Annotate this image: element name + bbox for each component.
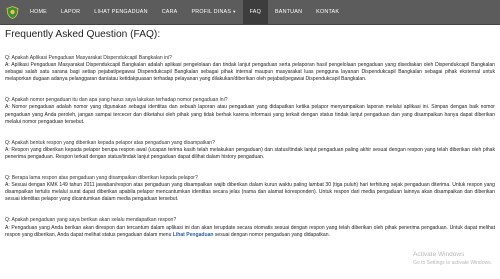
activate-windows-watermark: Activate Windows Go to Settings to activ… (413, 251, 492, 267)
faq-answer-2: A: Nomor pengaduan adalah nomor yang dig… (5, 104, 495, 125)
nav-faq[interactable]: FAQ (242, 0, 268, 24)
faq-answer-4: A: Sesuai dengan KMK 149 tahun 2011 jawa… (5, 182, 495, 203)
faq-question-1: Q: Apakah Aplikasi Pengaduan Masyarakat … (5, 55, 172, 61)
faq-question-2: Q: Apakah nomor pengaduan itu dan apa ya… (5, 97, 228, 104)
nav-bantuan-label: BANTUAN (275, 9, 303, 15)
top-navbar: HOME LAPOR LIHAT PENGADUAN CARA PROFIL D… (0, 0, 500, 25)
nav-faq-label: FAQ (249, 9, 261, 15)
faq-question-3: Q: Apakah bentuk respon yang diberikan k… (5, 139, 215, 146)
logo-icon[interactable] (5, 5, 19, 19)
nav-profil-dinas-label: PROFIL DINAS (191, 9, 232, 15)
main-content: Frequently Asked Question (FAQ): Q: Apak… (5, 24, 495, 239)
nav-lapor-label: LAPOR (60, 9, 81, 15)
nav-bantuan[interactable]: BANTUAN (268, 0, 309, 24)
nav-cara[interactable]: CARA (155, 0, 185, 24)
nav-home-label: HOME (30, 9, 47, 15)
nav-kontak[interactable]: KONTAK (309, 0, 346, 24)
nav-home[interactable]: HOME (23, 0, 54, 24)
nav-lapor[interactable]: LAPOR (54, 0, 87, 24)
nav-cara-label: CARA (161, 9, 178, 15)
caret-down-icon: ▾ (233, 9, 236, 14)
watermark-subtitle: Go to Settings to activate Windows. (413, 260, 492, 266)
faq-answer-3: A: Respon yang diberikan kepada pelapor … (5, 146, 495, 160)
faq-answer-5-text-after: sesuai dengan nomor pengaduan yang didap… (213, 231, 330, 238)
faq-answer-5: A: Pengaduan yang Anda berikan akan dire… (5, 225, 495, 239)
page-title: Frequently Asked Question (FAQ): (5, 29, 161, 40)
faq-list: Q: Apakah Aplikasi Pengaduan Masyarakat … (5, 43, 495, 239)
lihat-pengaduan-link[interactable]: Lihat Pengaduan (173, 232, 214, 238)
nav-lihat-pengaduan-label: LIHAT PENGADUAN (94, 9, 148, 15)
watermark-title: Activate Windows (413, 251, 465, 258)
faq-question-5: Q: Apakah pengaduan yang saya berikan ak… (5, 217, 177, 224)
nav-profil-dinas[interactable]: PROFIL DINAS ▾ (184, 0, 242, 24)
faq-answer-1: A: Aplikasi Pengaduan Masyarakat Dispend… (5, 62, 495, 83)
nav-lihat-pengaduan[interactable]: LIHAT PENGADUAN (87, 0, 154, 24)
nav-kontak-label: KONTAK (316, 9, 340, 15)
faq-question-4: Q: Berapa lama respon atas pengaduan yan… (5, 175, 198, 182)
